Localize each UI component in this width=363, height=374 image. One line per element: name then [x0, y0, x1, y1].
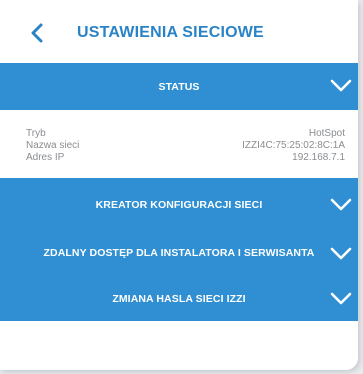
- info-key: Tryb: [26, 128, 46, 139]
- page-title: USTAWIENIA SIECIOWE: [77, 24, 264, 41]
- chevron-down-icon[interactable]: [330, 247, 352, 261]
- chevron-down-icon[interactable]: [330, 79, 352, 93]
- info-row-mode: Tryb HotSpot: [26, 128, 345, 140]
- sections-group: KREATOR KONFIGURACJI SIECI ZDALNY DOSTĘP…: [0, 178, 358, 321]
- status-section-label: STATUS: [158, 80, 200, 93]
- status-info-panel: Tryb HotSpot Nazwa sieci IZZI4C:75:25:02…: [0, 110, 358, 178]
- settings-screen: USTAWIENIA SIECIOWE STATUS Tryb HotSpot …: [0, 0, 358, 370]
- info-value: 192.168.7.1: [292, 152, 345, 163]
- section-label: ZMIANA HASLA SIECI IZZI: [112, 292, 246, 305]
- section-label: ZDALNY DOSTĘP DLA INSTALATORA I SERWISAN…: [43, 247, 315, 259]
- section-label: KREATOR KONFIGURACJI SIECI: [95, 199, 263, 211]
- chevron-down-icon[interactable]: [330, 198, 352, 212]
- info-value: IZZI4C:75:25:02:8C:1A: [242, 140, 345, 151]
- header: USTAWIENIA SIECIOWE: [0, 0, 358, 62]
- section-network-wizard[interactable]: KREATOR KONFIGURACJI SIECI: [0, 178, 358, 230]
- info-row-network-name: Nazwa sieci IZZI4C:75:25:02:8C:1A: [26, 140, 345, 152]
- chevron-left-icon[interactable]: [28, 22, 46, 44]
- section-remote-access[interactable]: ZDALNY DOSTĘP DLA INSTALATORA I SERWISAN…: [0, 230, 358, 276]
- info-row-ip-address: Adres IP 192.168.7.1: [26, 152, 345, 164]
- info-value: HotSpot: [308, 128, 345, 139]
- chevron-down-icon[interactable]: [330, 292, 352, 306]
- info-key: Adres IP: [26, 152, 65, 163]
- info-key: Nazwa sieci: [26, 140, 80, 151]
- section-change-password[interactable]: ZMIANA HASLA SIECI IZZI: [0, 276, 358, 321]
- status-section-header[interactable]: STATUS: [0, 63, 358, 110]
